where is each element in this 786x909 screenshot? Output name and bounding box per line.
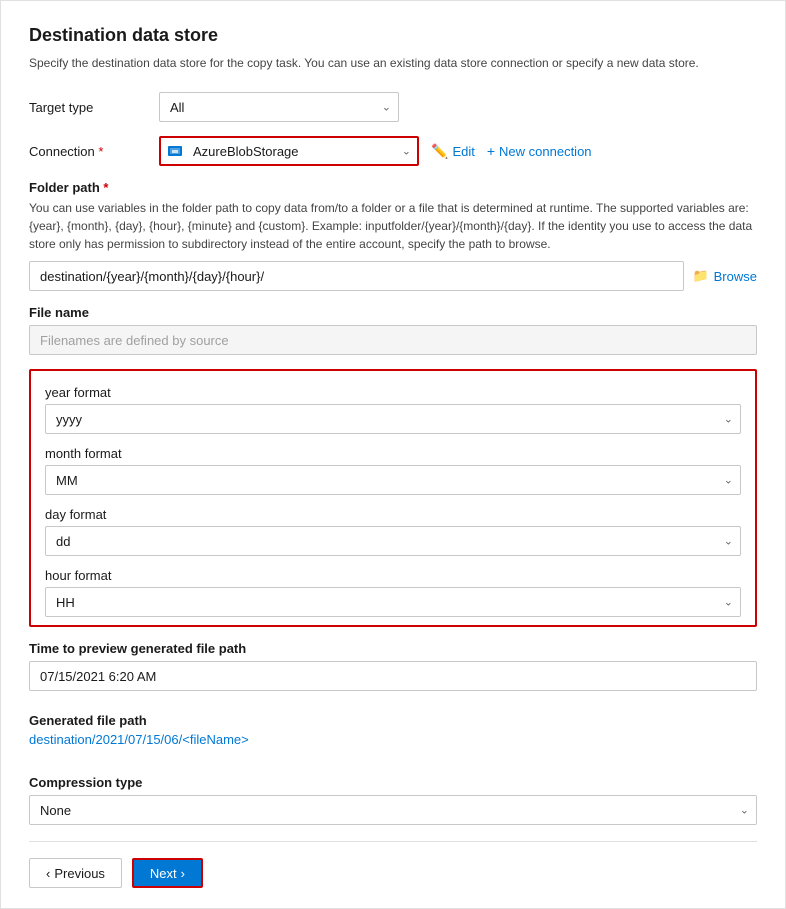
preview-section: Time to preview generated file path bbox=[29, 641, 757, 703]
folder-path-required: * bbox=[100, 180, 109, 195]
destination-data-store-panel: Destination data store Specify the desti… bbox=[0, 0, 786, 909]
connection-required: * bbox=[95, 144, 104, 159]
folder-path-description: You can use variables in the folder path… bbox=[29, 199, 757, 253]
year-format-select[interactable]: yyyy yy y bbox=[45, 404, 741, 434]
day-format-select-wrapper: dd d ⌄ bbox=[45, 526, 741, 556]
panel-subtitle: Specify the destination data store for t… bbox=[29, 54, 757, 72]
folder-path-input-row: 📁 Browse bbox=[29, 261, 757, 291]
folder-path-label: Folder path * bbox=[29, 180, 757, 195]
connection-select[interactable]: AzureBlobStorage bbox=[159, 136, 419, 166]
hour-format-select[interactable]: HH H hh h bbox=[45, 587, 741, 617]
generated-path-label: Generated file path bbox=[29, 713, 757, 728]
variable-formats-section: year format yyyy yy y ⌄ month format MM … bbox=[29, 369, 757, 627]
previous-button[interactable]: ‹ Previous bbox=[29, 858, 122, 888]
compression-select-wrapper: None GZip ZipDeflate Snappy Lz4 ⌄ bbox=[29, 795, 757, 825]
compression-section: Compression type None GZip ZipDeflate Sn… bbox=[29, 775, 757, 825]
target-type-select[interactable]: All Azure On-premises bbox=[159, 92, 399, 122]
edit-link[interactable]: ✏️ Edit bbox=[431, 143, 475, 160]
month-format-row: month format MM M mm ⌄ bbox=[45, 446, 741, 495]
next-button[interactable]: Next › bbox=[132, 858, 203, 888]
connection-label: Connection * bbox=[29, 144, 159, 159]
month-format-select-wrapper: MM M mm ⌄ bbox=[45, 465, 741, 495]
connection-actions: ✏️ Edit + New connection bbox=[431, 143, 592, 160]
compression-label: Compression type bbox=[29, 775, 757, 790]
generated-path-value: destination/2021/07/15/06/<fileName> bbox=[29, 732, 757, 747]
folder-icon: 📁 bbox=[692, 268, 708, 284]
generated-path-section: Generated file path destination/2021/07/… bbox=[29, 713, 757, 761]
year-format-label: year format bbox=[45, 385, 741, 400]
hour-format-select-wrapper: HH H hh h ⌄ bbox=[45, 587, 741, 617]
connection-row: Connection * AzureBlobStorage ⌄ ✏️ Edit bbox=[29, 136, 757, 166]
hour-format-label: hour format bbox=[45, 568, 741, 583]
file-name-label: File name bbox=[29, 305, 757, 320]
compression-select[interactable]: None GZip ZipDeflate Snappy Lz4 bbox=[29, 795, 757, 825]
browse-button[interactable]: 📁 Browse bbox=[692, 268, 757, 284]
new-connection-link[interactable]: + New connection bbox=[487, 143, 592, 159]
file-name-input[interactable] bbox=[29, 325, 757, 355]
hour-format-row: hour format HH H hh h ⌄ bbox=[45, 568, 741, 617]
year-format-row: year format yyyy yy y ⌄ bbox=[45, 385, 741, 434]
folder-path-section: Folder path * You can use variables in t… bbox=[29, 180, 757, 305]
next-chevron-icon: › bbox=[181, 866, 185, 881]
footer-divider bbox=[29, 841, 757, 842]
preview-label: Time to preview generated file path bbox=[29, 641, 757, 656]
day-format-select[interactable]: dd d bbox=[45, 526, 741, 556]
day-format-label: day format bbox=[45, 507, 741, 522]
month-format-select[interactable]: MM M mm bbox=[45, 465, 741, 495]
panel-title: Destination data store bbox=[29, 25, 757, 46]
connection-select-wrapper: AzureBlobStorage ⌄ bbox=[159, 136, 419, 166]
target-type-select-wrapper: All Azure On-premises ⌄ bbox=[159, 92, 399, 122]
target-type-label: Target type bbox=[29, 100, 159, 115]
azure-blob-storage-icon bbox=[167, 143, 183, 159]
folder-path-input[interactable] bbox=[29, 261, 684, 291]
previous-chevron-icon: ‹ bbox=[46, 866, 50, 881]
day-format-row: day format dd d ⌄ bbox=[45, 507, 741, 556]
edit-icon: ✏️ bbox=[431, 143, 448, 160]
year-format-select-wrapper: yyyy yy y ⌄ bbox=[45, 404, 741, 434]
preview-input[interactable] bbox=[29, 661, 757, 691]
target-type-row: Target type All Azure On-premises ⌄ bbox=[29, 92, 757, 122]
file-name-section: File name bbox=[29, 305, 757, 355]
month-format-label: month format bbox=[45, 446, 741, 461]
plus-icon: + bbox=[487, 143, 495, 159]
footer-actions: ‹ Previous Next › bbox=[29, 858, 757, 888]
